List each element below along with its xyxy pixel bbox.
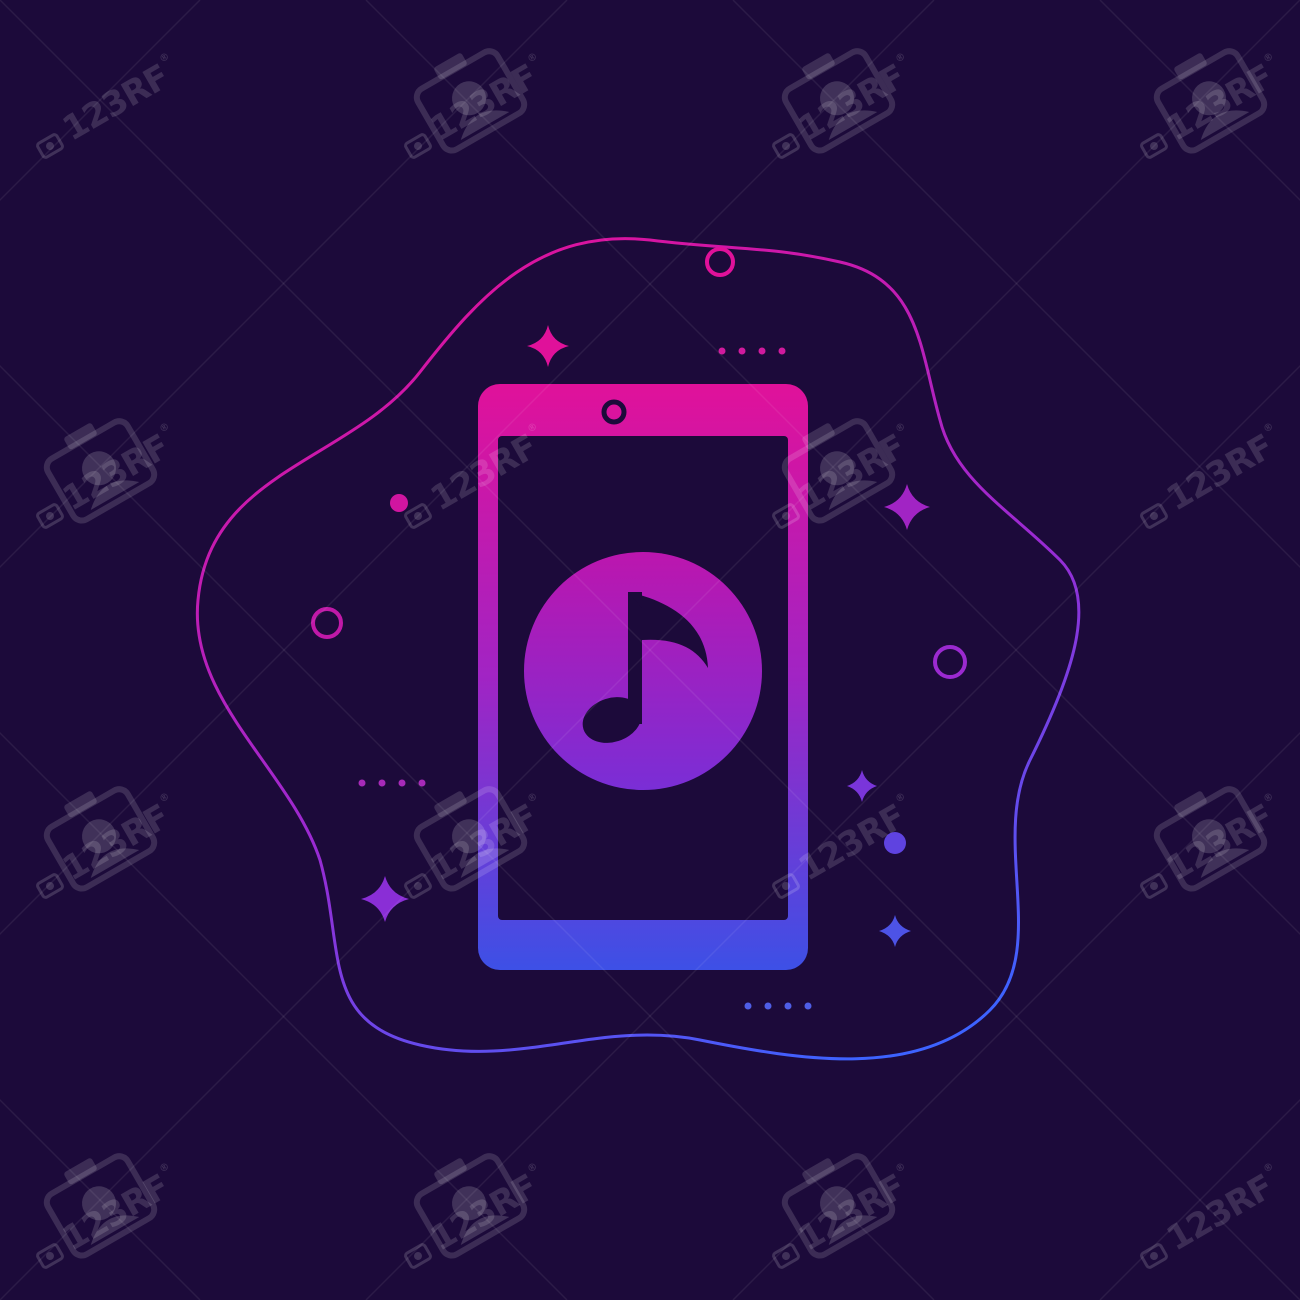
camera-icon [772, 133, 800, 159]
ring-icon [311, 607, 343, 639]
dot-icon [884, 832, 906, 854]
watermark-line [0, 1098, 201, 1300]
watermark-line [1099, 1098, 1300, 1300]
smartphone-music-illustration [0, 0, 1300, 1300]
dotted-dash-icon [718, 347, 786, 355]
sparkle-icon [847, 770, 877, 802]
camera-icon [404, 133, 432, 159]
camera-icon [404, 1243, 432, 1269]
watermark-line [0, 0, 201, 202]
camera-icon [404, 873, 432, 899]
dotted-dash-icon [744, 1002, 812, 1010]
camera-icon [1140, 873, 1168, 899]
dot-icon [390, 494, 408, 512]
camera-icon [36, 133, 64, 159]
camera-watermark-icon [1153, 48, 1268, 154]
camera-icon [36, 873, 64, 899]
music-note-icon [524, 552, 762, 790]
camera-watermark-icon [1153, 786, 1268, 892]
sparkle-icon [879, 915, 911, 947]
ring-icon [933, 645, 967, 679]
watermark-line [1099, 0, 1300, 202]
camera-icon [36, 1243, 64, 1269]
ring-icon [705, 247, 735, 277]
illustration-canvas: 123RF®123RF®123RF®123RF®123RF®123RF®123R… [0, 0, 1300, 1300]
sparkle-icon [527, 325, 569, 367]
sparkle-icon [884, 484, 930, 530]
camera-icon [1140, 503, 1168, 529]
music-disc [524, 552, 762, 790]
watermark-grid [0, 0, 1300, 1300]
